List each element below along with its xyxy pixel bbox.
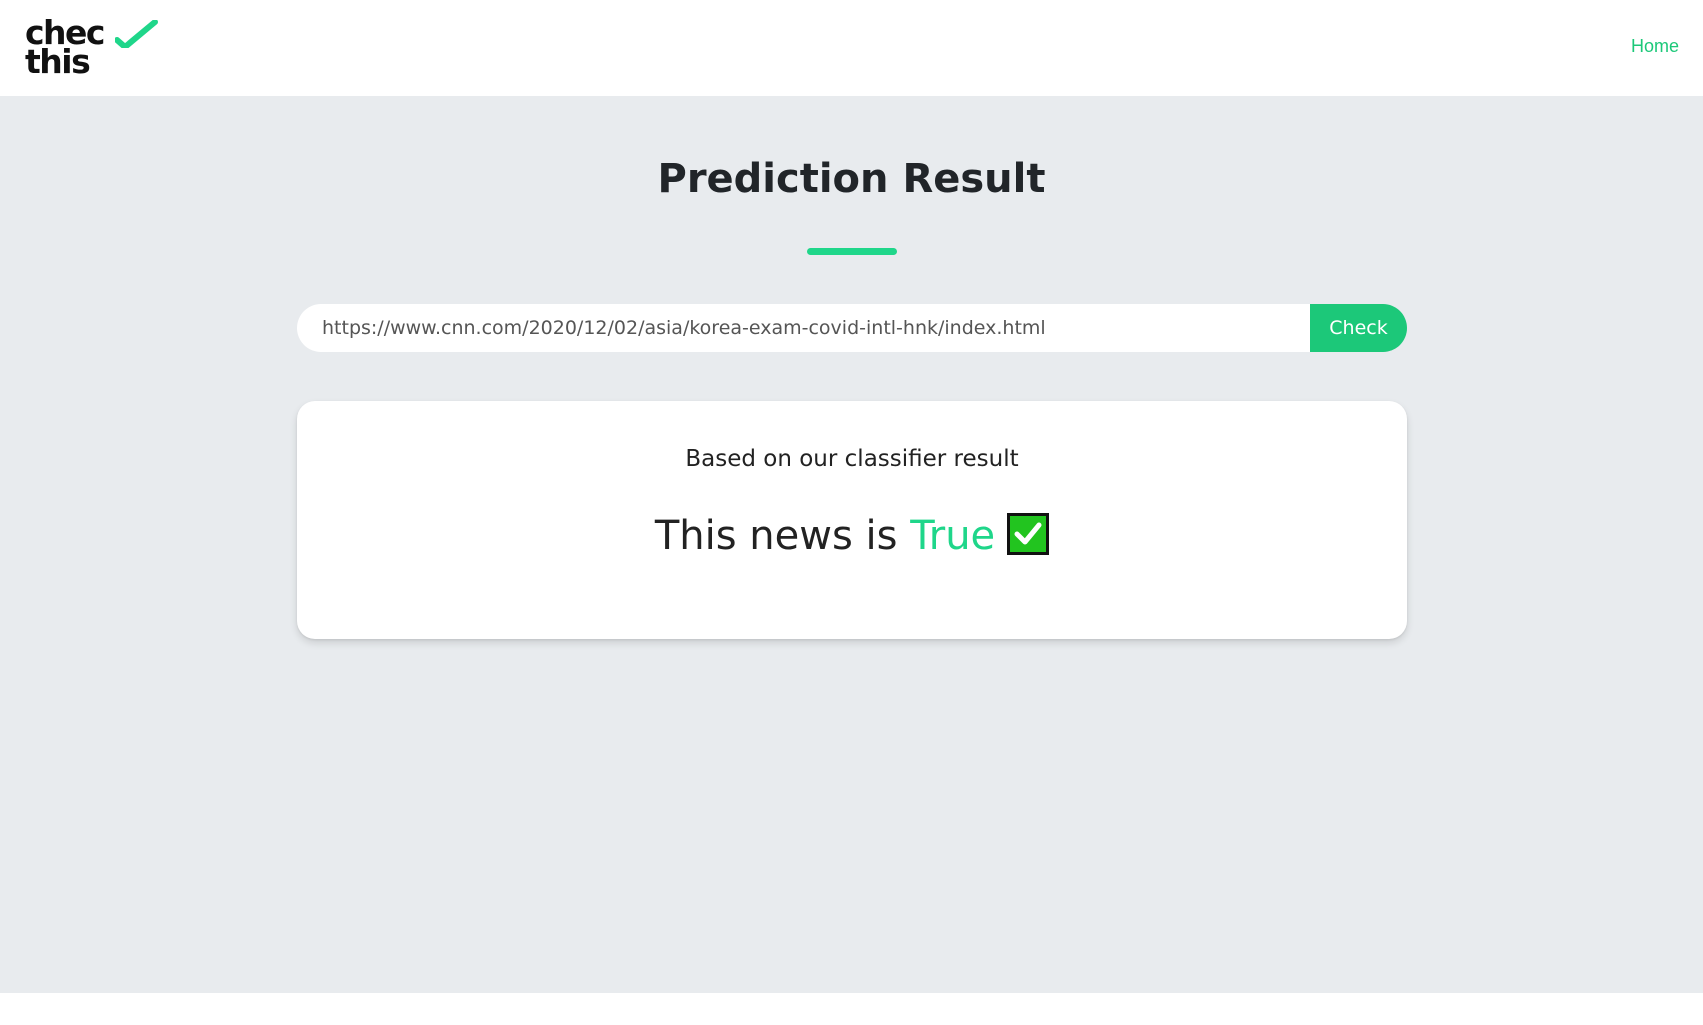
main-content: Prediction Result Check Based on our cla…: [0, 96, 1703, 993]
url-search-bar: Check: [297, 304, 1407, 352]
result-statement: This news is True: [297, 513, 1407, 559]
result-card: Based on our classifier result This news…: [297, 401, 1407, 639]
check-mark-button-icon: [1007, 513, 1050, 555]
result-prefix: This news is: [654, 513, 911, 559]
checkmark-icon: [115, 20, 158, 48]
brand-logo[interactable]: chec this: [25, 16, 158, 81]
page-title: Prediction Result: [657, 156, 1046, 202]
title-underline: [807, 248, 897, 255]
navbar: chec this Home: [0, 0, 1703, 96]
check-button[interactable]: Check: [1310, 304, 1407, 352]
result-subtitle: Based on our classifier result: [685, 446, 1019, 472]
url-input[interactable]: [297, 304, 1310, 352]
brand-logo-line2: this: [25, 42, 91, 81]
result-verdict: True: [910, 513, 996, 559]
nav-home-link[interactable]: Home: [1631, 36, 1679, 57]
